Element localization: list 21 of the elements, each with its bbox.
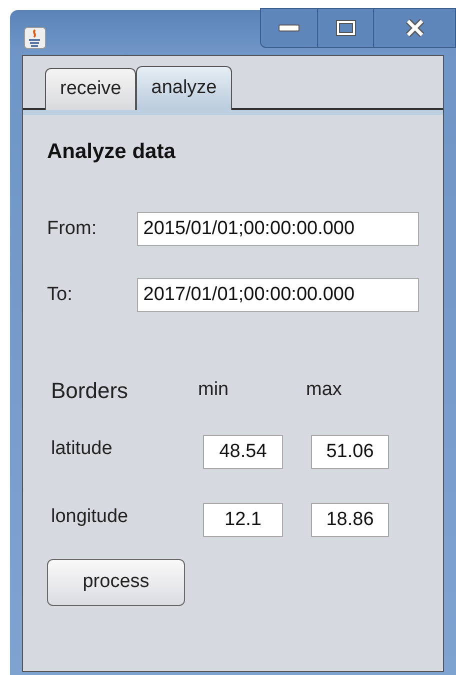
java-cup-icon — [24, 27, 46, 49]
max-input[interactable]: 18.86 — [311, 503, 389, 537]
date-input[interactable]: 2015/01/01;00:00:00.000 — [137, 212, 419, 246]
minimize-icon — [278, 23, 300, 33]
date-input[interactable]: 2017/01/01;00:00:00.000 — [137, 278, 419, 312]
row-label: longitude — [50, 504, 130, 529]
panel-heading: Analyze data — [47, 141, 176, 162]
max-input[interactable]: 51.06 — [311, 435, 389, 469]
min-input[interactable]: 12.1 — [203, 503, 283, 537]
tab[interactable]: receive — [45, 68, 136, 110]
column-header: max — [306, 378, 343, 402]
column-header: min — [198, 378, 230, 402]
field-label: To: — [47, 282, 74, 307]
process-button[interactable]: process — [47, 559, 185, 606]
maximize-icon — [336, 20, 356, 36]
min-input[interactable]: 48.54 — [203, 435, 283, 469]
field-label: From: — [47, 216, 98, 241]
close-icon — [404, 19, 424, 37]
row-label: latitude — [50, 436, 114, 461]
tab[interactable]: analyze — [136, 66, 232, 110]
borders-label: Borders — [50, 377, 130, 405]
